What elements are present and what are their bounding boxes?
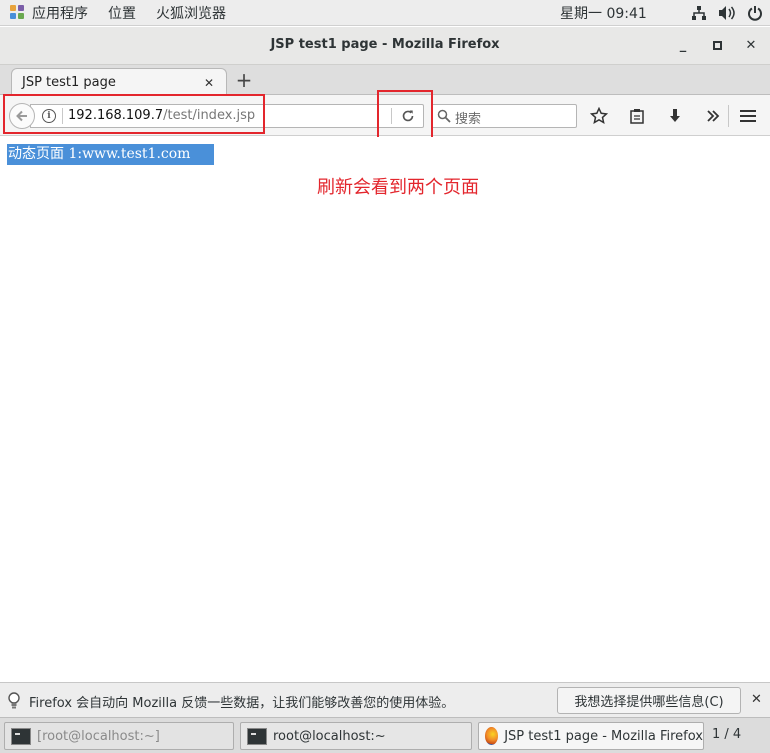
annotation-box-url — [3, 94, 265, 134]
double-chevron-icon — [707, 110, 720, 122]
terminal-icon — [247, 727, 267, 745]
downloads-button[interactable] — [664, 105, 686, 127]
selected-page-text: 动态页面 1:www.test1.com — [7, 144, 214, 165]
bottom-taskbar: [root@localhost:~] root@localhost:~ JSP … — [0, 717, 770, 753]
applications-label: 应用程序 — [32, 5, 88, 22]
places-menu[interactable]: 位置 — [98, 0, 146, 26]
tab-label: JSP test1 page — [22, 75, 116, 90]
menu-separator — [728, 105, 729, 127]
reading-list-button[interactable] — [626, 105, 648, 127]
firefox-app-label: 火狐浏览器 — [156, 5, 226, 22]
search-placeholder: 搜索 — [455, 112, 482, 127]
system-tray — [690, 0, 764, 26]
applications-icon — [10, 4, 26, 21]
choose-data-button[interactable]: 我想选择提供哪些信息(C) — [557, 687, 741, 714]
notification-text: Firefox 会自动向 Mozilla 反馈一些数据，让我们能够改善您的使用体… — [29, 696, 455, 711]
window-title-bar[interactable]: JSP test1 page - Mozilla Firefox _ ✕ — [0, 27, 770, 65]
task-label: [root@localhost:~] — [37, 728, 160, 744]
bookmark-star-button[interactable] — [588, 105, 610, 127]
task-terminal[interactable]: root@localhost:~ — [240, 722, 472, 750]
tab-jsp-test1[interactable]: JSP test1 page ✕ — [11, 68, 227, 96]
task-label: root@localhost:~ — [273, 728, 386, 744]
workspace-pager[interactable]: 1 / 4 — [712, 727, 741, 742]
window-title: JSP test1 page - Mozilla Firefox — [270, 37, 500, 52]
tab-close-button[interactable]: ✕ — [202, 76, 216, 90]
minimize-button[interactable]: _ — [674, 36, 692, 54]
task-firefox[interactable]: JSP test1 page - Mozilla Firefox — [478, 722, 704, 750]
search-box[interactable]: 搜索 — [431, 104, 577, 128]
clipboard-icon — [630, 109, 644, 124]
close-window-button[interactable]: ✕ — [742, 36, 760, 54]
places-label: 位置 — [108, 5, 136, 22]
page-content: 动态页面 1:www.test1.com 刷新会看到两个页面 — [0, 137, 770, 682]
search-icon — [437, 109, 451, 123]
task-label: JSP test1 page - Mozilla Firefox — [504, 728, 703, 744]
open-menu-button[interactable] — [737, 105, 759, 127]
firefox-icon — [485, 727, 499, 745]
window-controls: _ ✕ — [674, 36, 760, 54]
clock[interactable]: 星期一 09:41 — [560, 0, 647, 26]
power-icon[interactable] — [746, 4, 764, 22]
maximize-icon — [712, 40, 722, 50]
hamburger-menu-icon — [740, 110, 756, 122]
firefox-app-menu[interactable]: 火狐浏览器 — [146, 0, 236, 26]
lightbulb-icon — [8, 692, 20, 709]
terminal-icon — [11, 727, 31, 745]
applications-menu[interactable]: 应用程序 — [0, 0, 98, 26]
star-icon — [590, 107, 608, 124]
clock-label: 星期一 09:41 — [560, 6, 647, 22]
maximize-button[interactable] — [708, 36, 726, 54]
annotation-text: 刷新会看到两个页面 — [317, 177, 479, 198]
annotation-box-reload — [377, 90, 433, 141]
network-icon[interactable] — [690, 4, 708, 22]
toolbar-icons — [588, 105, 740, 127]
data-reporting-notification: Firefox 会自动向 Mozilla 反馈一些数据，让我们能够改善您的使用体… — [0, 682, 770, 717]
gnome-top-bar: 应用程序 位置 火狐浏览器 星期一 09:41 — [0, 0, 770, 26]
overflow-button[interactable] — [702, 105, 724, 127]
notification-close-button[interactable]: ✕ — [751, 692, 762, 707]
task-terminal-minimized[interactable]: [root@localhost:~] — [4, 722, 234, 750]
download-arrow-icon — [670, 109, 680, 122]
volume-icon[interactable] — [718, 4, 736, 22]
new-tab-button[interactable]: + — [234, 69, 254, 91]
